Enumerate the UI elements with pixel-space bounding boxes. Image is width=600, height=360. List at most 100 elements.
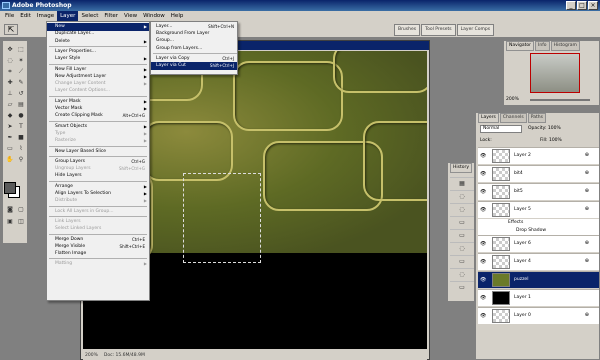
eye-icon[interactable]: 👁 bbox=[480, 313, 486, 319]
eye-icon[interactable]: 👁 bbox=[480, 241, 486, 247]
layer-menu-item[interactable]: Create Clipping Mask Alt+Ctrl+G bbox=[47, 112, 149, 120]
pen-tool-icon[interactable]: ✒ bbox=[5, 133, 15, 142]
tab-info[interactable]: Info bbox=[535, 41, 550, 51]
eye-icon[interactable]: 👁 bbox=[480, 171, 486, 177]
layer-name[interactable]: bit5 bbox=[514, 189, 523, 194]
slice-tool-icon[interactable]: ⟋ bbox=[16, 67, 26, 76]
tab-paths[interactable]: Paths bbox=[527, 113, 546, 123]
history-step-icon[interactable]: ◌ bbox=[450, 268, 474, 280]
move-tool-icon[interactable]: ✥ bbox=[5, 45, 15, 54]
history-step-icon[interactable]: ▭ bbox=[450, 281, 474, 293]
tab-layers[interactable]: Layers bbox=[478, 113, 499, 123]
history-step-icon[interactable]: ▦ bbox=[450, 177, 474, 189]
layer-row[interactable]: 👁 Layer 0 ⊕ bbox=[478, 307, 599, 324]
layer-style-icon[interactable]: ⊕ bbox=[585, 188, 589, 194]
menu-layer[interactable]: Layer bbox=[57, 11, 79, 21]
layer-style-icon[interactable]: ⊕ bbox=[585, 206, 589, 212]
menu-select[interactable]: Select bbox=[78, 11, 101, 21]
layer-row[interactable]: 👁 Layer 1 bbox=[478, 289, 599, 306]
dodge-tool-icon[interactable]: ● bbox=[16, 111, 26, 120]
layer-effect-row[interactable]: Effects bbox=[478, 219, 599, 227]
tab-history[interactable]: History bbox=[450, 163, 473, 173]
history-step-icon[interactable]: ◌ bbox=[450, 242, 474, 254]
marquee-tool-icon[interactable]: ⬚ bbox=[16, 45, 26, 54]
menu-edit[interactable]: Edit bbox=[17, 11, 34, 21]
menu-filter[interactable]: Filter bbox=[101, 11, 121, 21]
zoom-level[interactable]: 200% bbox=[85, 353, 98, 358]
layer-menu-item[interactable]: New Layer Based Slice bbox=[47, 148, 149, 156]
history-step-icon[interactable]: ▭ bbox=[450, 216, 474, 228]
layer-style-icon[interactable]: ⊕ bbox=[585, 240, 589, 246]
layer-style-icon[interactable]: ⊕ bbox=[585, 312, 589, 318]
type-tool-icon[interactable]: T bbox=[16, 122, 26, 131]
menu-image[interactable]: Image bbox=[34, 11, 57, 21]
blend-mode-select[interactable]: Normal bbox=[480, 125, 522, 133]
menu-view[interactable]: View bbox=[121, 11, 140, 21]
layer-menu-item[interactable]: Flatten Image bbox=[47, 250, 149, 258]
layer-menu-item[interactable]: Hide Layers bbox=[47, 172, 149, 180]
layer-row[interactable]: 👁 Layer 2 ⊕ bbox=[478, 147, 599, 164]
eye-icon[interactable]: 👁 bbox=[480, 153, 486, 159]
layer-row[interactable]: 👁 Layer 6 ⊕ bbox=[478, 235, 599, 252]
layer-effect-row[interactable]: Drop Shadow bbox=[478, 227, 599, 235]
tab-navigator[interactable]: Navigator bbox=[506, 41, 535, 51]
blur-tool-icon[interactable]: ◆ bbox=[5, 111, 15, 120]
quick-mask-icon[interactable]: ◙ bbox=[5, 205, 15, 214]
layer-name[interactable]: Layer 1 bbox=[514, 295, 531, 300]
eye-icon[interactable]: 👁 bbox=[480, 259, 486, 265]
layer-row[interactable]: 👁 Layer 4 ⊕ bbox=[478, 253, 599, 270]
menu-file[interactable]: File bbox=[2, 11, 17, 21]
hand-tool-icon[interactable]: ✋ bbox=[5, 155, 15, 164]
notes-tool-icon[interactable]: ▭ bbox=[5, 144, 15, 153]
tab-brushes[interactable]: Brushes bbox=[394, 24, 421, 36]
layer-row[interactable]: 👁 Layer 5 ⊕ bbox=[478, 201, 599, 218]
tab-tool-presets[interactable]: Tool Presets bbox=[421, 24, 456, 36]
selection-marquee[interactable] bbox=[183, 173, 261, 263]
healing-brush-icon[interactable]: ✚ bbox=[5, 78, 15, 87]
layer-row[interactable]: 👁 bit4 ⊕ bbox=[478, 165, 599, 182]
menu-window[interactable]: Window bbox=[140, 11, 168, 21]
layer-style-icon[interactable]: ⊕ bbox=[585, 258, 589, 264]
tab-histogram[interactable]: Histogram bbox=[550, 41, 580, 51]
layer-style-icon[interactable]: ⊕ bbox=[585, 170, 589, 176]
magic-wand-icon[interactable]: ✶ bbox=[16, 56, 26, 65]
layer-row[interactable]: 👁 bit5 ⊕ bbox=[478, 183, 599, 200]
layer-menu-item[interactable]: Delete ▶ bbox=[47, 38, 149, 46]
layer-name[interactable]: bit4 bbox=[514, 171, 523, 176]
history-step-icon[interactable]: ▭ bbox=[450, 255, 474, 267]
layer-name[interactable]: Layer 4 bbox=[514, 259, 531, 264]
layer-name[interactable]: Layer 6 bbox=[514, 241, 531, 246]
path-selection-icon[interactable]: ➤ bbox=[5, 122, 15, 131]
navigator-zoom[interactable]: 200% bbox=[506, 97, 519, 102]
menu-help[interactable]: Help bbox=[168, 11, 187, 21]
new-submenu-item[interactable]: Group from Layers... bbox=[151, 45, 237, 53]
screen-mode-icon[interactable]: ▣ bbox=[5, 217, 15, 226]
zoom-slider[interactable] bbox=[530, 99, 590, 101]
current-tool-icon[interactable]: ⇱ bbox=[4, 24, 18, 35]
history-step-icon[interactable]: ◌ bbox=[450, 203, 474, 215]
layer-row[interactable]: 👁 puzzel bbox=[478, 271, 599, 288]
zoom-tool-icon[interactable]: ⚲ bbox=[16, 155, 26, 164]
shape-tool-icon[interactable]: ■ bbox=[16, 133, 26, 142]
eye-icon[interactable]: 👁 bbox=[480, 295, 486, 301]
layer-name[interactable]: Layer 5 bbox=[514, 207, 531, 212]
layer-style-icon[interactable]: ⊕ bbox=[585, 152, 589, 158]
navigator-thumbnail[interactable] bbox=[530, 53, 580, 93]
clone-stamp-icon[interactable]: ⊥ bbox=[5, 89, 15, 98]
brush-tool-icon[interactable]: ✎ bbox=[16, 78, 26, 87]
layer-name[interactable]: Layer 0 bbox=[514, 313, 531, 318]
gradient-tool-icon[interactable]: ▤ bbox=[16, 100, 26, 109]
history-brush-icon[interactable]: ↺ bbox=[16, 89, 26, 98]
crop-tool-icon[interactable]: ⌗ bbox=[5, 67, 15, 76]
tab-layer-comps[interactable]: Layer Comps bbox=[456, 24, 495, 36]
maximize-icon[interactable]: □ bbox=[577, 1, 587, 10]
foreground-color-swatch[interactable] bbox=[4, 182, 16, 194]
fill-field[interactable]: Fill: 100% bbox=[540, 137, 562, 145]
layer-menu-item[interactable]: Layer Style ▶ bbox=[47, 55, 149, 63]
eye-icon[interactable]: 👁 bbox=[480, 207, 486, 213]
eye-icon[interactable]: 👁 bbox=[480, 277, 486, 283]
layer-name[interactable]: puzzel bbox=[514, 277, 528, 282]
history-step-icon[interactable]: ◌ bbox=[450, 190, 474, 202]
new-submenu-item[interactable]: Layer via Cut Shift+Ctrl+J bbox=[151, 62, 237, 70]
tab-channels[interactable]: Channels bbox=[499, 113, 527, 123]
